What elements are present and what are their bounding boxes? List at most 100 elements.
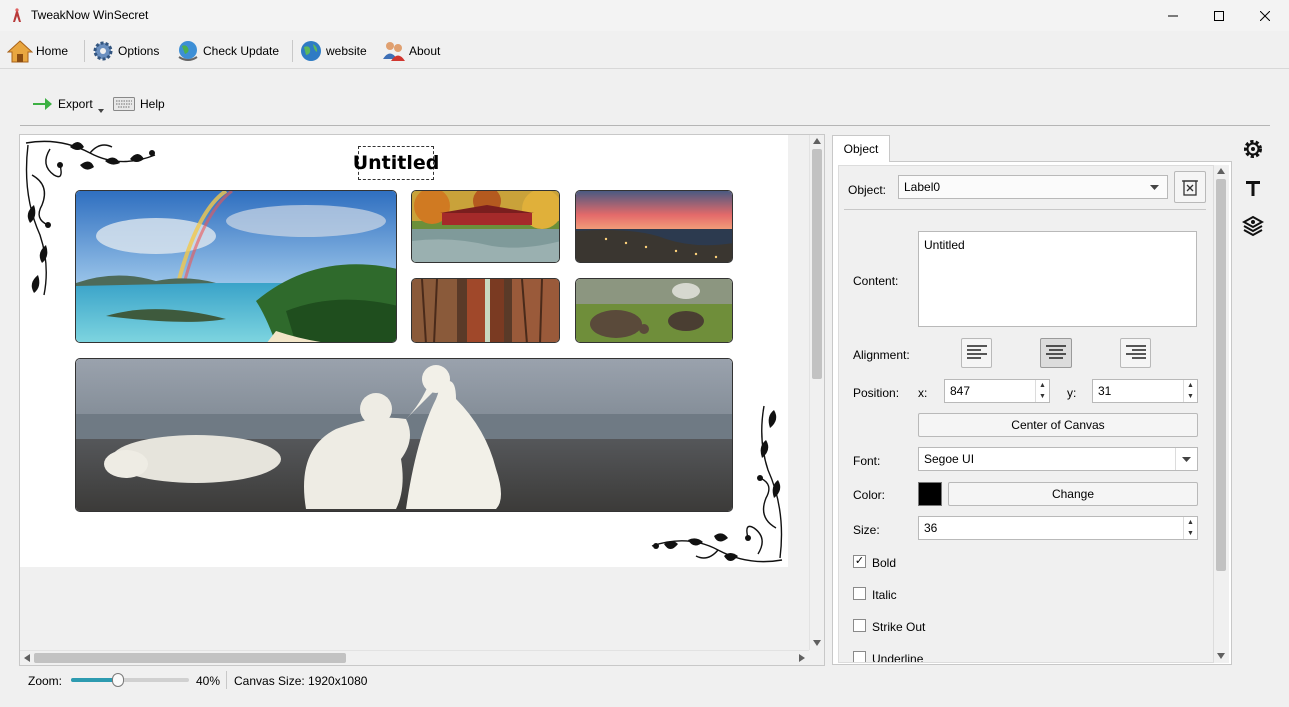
polar-bears-image (76, 359, 732, 511)
sequoia-image (412, 279, 559, 342)
alignment-label: Alignment: (853, 348, 910, 362)
font-size-input[interactable]: 36 ▲ ▼ (918, 516, 1198, 540)
underline-checkbox[interactable] (853, 651, 866, 662)
delete-object-button[interactable] (1174, 171, 1206, 203)
align-center-button[interactable] (1040, 338, 1072, 368)
center-of-canvas-button[interactable]: Center of Canvas (918, 413, 1198, 437)
position-x-input[interactable]: 847 ▲ ▼ (944, 379, 1050, 403)
minimize-button[interactable] (1150, 0, 1196, 31)
design-canvas[interactable]: Untitled (20, 135, 788, 567)
position-label: Position: (853, 386, 900, 400)
italic-checkbox[interactable] (853, 587, 866, 600)
menu-options[interactable]: Options (91, 37, 159, 65)
layers-side-button[interactable] (1241, 214, 1265, 238)
content-text: Untitled (924, 238, 965, 252)
font-size-stepper[interactable]: ▲ ▼ (1183, 517, 1197, 539)
align-left-button[interactable] (961, 338, 992, 368)
zoom-slider-thumb[interactable] (112, 673, 125, 687)
photo-sequoia-trees[interactable] (411, 278, 560, 343)
horizontal-scroll-thumb[interactable] (34, 653, 346, 663)
photo-tropical-island[interactable] (75, 190, 397, 343)
scroll-right-icon (799, 654, 805, 662)
minimize-icon (1168, 15, 1178, 16)
font-select[interactable]: Segoe UI (918, 447, 1198, 471)
align-right-button[interactable] (1120, 338, 1151, 368)
menu-separator (84, 40, 85, 62)
globe-update-icon (178, 41, 198, 61)
scroll-down-icon (813, 640, 821, 646)
stepper-down-icon[interactable]: ▼ (1187, 393, 1194, 400)
menu-website[interactable]: website (299, 37, 367, 65)
checkmark-icon: ✓ (854, 555, 865, 567)
canvas-title-label[interactable]: Untitled (353, 146, 439, 180)
menu-website-label: website (326, 44, 367, 58)
panel-scroll-thumb[interactable] (1216, 179, 1226, 571)
panel-divider (844, 209, 1206, 210)
maximize-icon (1214, 10, 1224, 21)
bold-checkbox[interactable]: ✓ (853, 555, 866, 568)
scroll-up-icon (813, 138, 821, 144)
canvas-vertical-scrollbar[interactable] (809, 135, 824, 650)
stepper-down-icon[interactable]: ▼ (1187, 530, 1194, 537)
menu-check-update-label: Check Update (203, 44, 280, 58)
menu-home[interactable]: Home (7, 37, 68, 65)
canvas-size: Canvas Size: 1920x1080 (234, 674, 368, 688)
font-label: Font: (853, 454, 881, 468)
help-button[interactable]: Help (113, 93, 165, 115)
canvas-horizontal-scrollbar[interactable] (20, 650, 809, 665)
menu-check-update[interactable]: Check Update (176, 37, 279, 65)
status-bar: Zoom: 40% Canvas Size: 1920x1080 (0, 668, 1289, 694)
sunset-image (576, 191, 732, 262)
stepper-up-icon[interactable]: ▲ (1039, 382, 1046, 389)
settings-side-button[interactable] (1241, 137, 1265, 161)
strikeout-checkbox[interactable] (853, 619, 866, 632)
island-image (76, 191, 396, 342)
photo-polar-bears[interactable] (75, 358, 733, 512)
scroll-up-icon (1217, 168, 1225, 174)
position-y-input[interactable]: 31 ▲ ▼ (1092, 379, 1198, 403)
align-right-icon (1125, 345, 1146, 359)
dropdown-arrow-icon (97, 109, 104, 113)
globe-icon (301, 41, 321, 61)
menu-about[interactable]: About (382, 37, 440, 65)
position-y-value: 31 (1098, 384, 1112, 398)
panel-vertical-scrollbar[interactable] (1214, 165, 1229, 663)
text-side-button[interactable] (1241, 176, 1265, 200)
position-x-stepper[interactable]: ▲ ▼ (1035, 380, 1049, 402)
close-button[interactable] (1242, 0, 1288, 31)
vertical-scroll-thumb[interactable] (812, 149, 822, 379)
stepper-up-icon[interactable]: ▲ (1187, 519, 1194, 526)
zoom-slider[interactable] (71, 673, 189, 687)
tab-object-label: Object (843, 142, 879, 156)
align-center-icon (1046, 345, 1066, 359)
menu-options-label: Options (118, 44, 160, 58)
toolbar-divider (20, 125, 1270, 126)
color-label: Color: (853, 488, 886, 502)
scroll-down-icon (1217, 653, 1225, 659)
photo-covered-bridge[interactable] (411, 190, 560, 263)
font-dropdown-button[interactable] (1175, 448, 1197, 470)
underline-label: Underline (872, 652, 924, 663)
gear-icon (1244, 140, 1262, 158)
change-color-button[interactable]: Change (948, 482, 1198, 506)
photo-sunset-shoreline[interactable] (575, 190, 733, 263)
stepper-down-icon[interactable]: ▼ (1039, 393, 1046, 400)
maximize-button[interactable] (1196, 0, 1242, 31)
content-textarea[interactable]: Untitled (918, 231, 1197, 327)
export-label: Export (58, 97, 93, 111)
strikeout-label: Strike Out (872, 620, 926, 634)
delete-icon (1182, 180, 1198, 196)
photo-tortoises[interactable] (575, 278, 733, 343)
arrow-right-icon (33, 98, 52, 110)
object-select[interactable]: Label0 (898, 175, 1168, 199)
home-icon (7, 40, 33, 63)
change-color-label: Change (1051, 487, 1095, 501)
menu-home-label: Home (36, 44, 69, 58)
stepper-up-icon[interactable]: ▲ (1187, 382, 1194, 389)
gear-icon (93, 41, 113, 61)
color-swatch[interactable] (918, 482, 942, 506)
tab-object[interactable]: Object (832, 135, 890, 162)
position-y-stepper[interactable]: ▲ ▼ (1183, 380, 1197, 402)
export-button[interactable]: Export (33, 93, 104, 115)
floral-ornament-bottom-right (651, 405, 783, 563)
